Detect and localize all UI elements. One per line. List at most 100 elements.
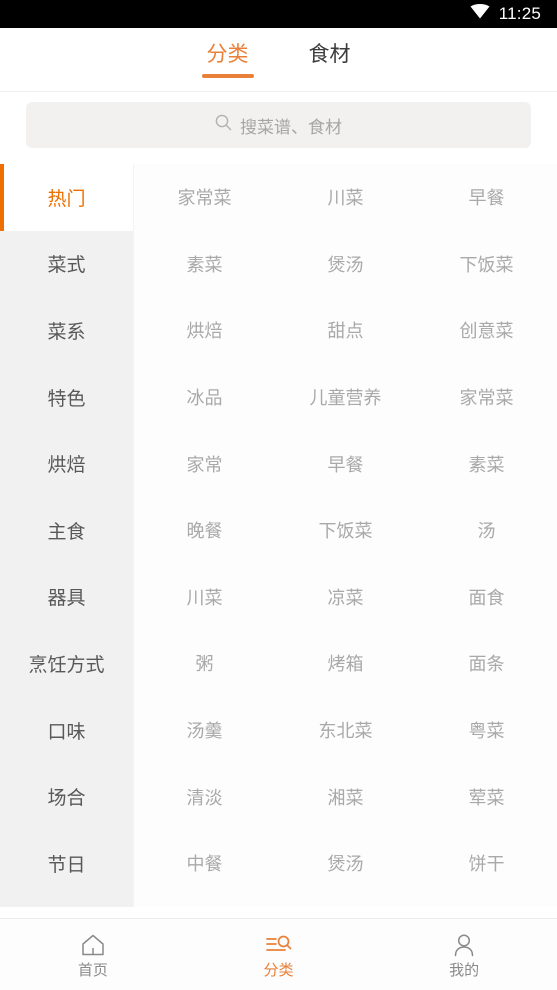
category-chip-label: 儿童营养 (309, 388, 382, 409)
sidebar-item[interactable]: 热门 (0, 164, 133, 231)
category-chip-label: 下饭菜 (318, 521, 373, 542)
top-tab-bar: 分类 食材 (0, 28, 557, 92)
category-chip-label: 早餐 (468, 188, 505, 209)
sidebar-item[interactable]: 菜系 (0, 297, 133, 364)
status-time: 11:25 (498, 4, 541, 23)
category-chip-label: 甜点 (327, 321, 364, 342)
category-chip[interactable]: 家常菜 (134, 164, 275, 231)
category-chip[interactable]: 冰品 (134, 364, 275, 431)
category-chip[interactable]: 凉菜 (275, 564, 416, 631)
sidebar-item-label: 特色 (47, 388, 86, 410)
category-chip-label: 湘菜 (327, 787, 364, 808)
category-chip-label: 面食 (468, 587, 505, 608)
bottom-nav-bar: 首页 分类 我的 (0, 918, 557, 990)
sidebar-item[interactable]: 烘焙 (0, 430, 133, 497)
category-chip-label: 创意菜 (459, 321, 514, 342)
nav-item-home-label: 首页 (77, 962, 108, 979)
category-chip-label: 家常菜 (177, 188, 232, 209)
sidebar-item[interactable]: 主食 (0, 496, 133, 564)
category-chip[interactable]: 素菜 (134, 231, 275, 298)
sidebar-item-label: 节日 (47, 854, 86, 876)
category-chip[interactable]: 家常 (134, 430, 275, 497)
category-chip[interactable]: 烘焙 (134, 297, 275, 364)
category-chip-label: 冰品 (186, 388, 223, 409)
category-chip[interactable]: 粤菜 (416, 697, 557, 764)
search-placeholder: 搜菜谱、食材 (240, 117, 342, 137)
category-chip[interactable]: 中餐 (134, 830, 275, 897)
tab-categories[interactable]: 分类 (203, 38, 253, 81)
category-chip[interactable]: 下饭菜 (416, 231, 557, 298)
sidebar-item[interactable]: 场合 (0, 763, 133, 830)
search-input[interactable]: 搜菜谱、食材 (26, 102, 531, 148)
sidebar-item-label: 菜式 (47, 255, 86, 277)
category-chip-label: 晚餐 (186, 521, 223, 542)
category-chip-label: 川菜 (186, 587, 223, 608)
category-chip[interactable]: 早餐 (275, 430, 416, 497)
category-chip[interactable]: 汤 (416, 497, 557, 564)
category-chip[interactable]: 儿童营养 (275, 364, 416, 431)
category-chip[interactable]: 川菜 (275, 164, 416, 231)
category-chip[interactable]: 家常菜 (416, 364, 557, 431)
tab-categories-label: 分类 (206, 43, 249, 66)
category-chip[interactable]: 面条 (416, 630, 557, 697)
category-chip[interactable]: 创意菜 (416, 297, 557, 364)
category-chip-label: 饼干 (468, 854, 505, 875)
sidebar-item-label: 口味 (47, 721, 86, 743)
status-bar: 11:25 (0, 0, 557, 28)
category-chip-label: 素菜 (186, 254, 223, 275)
category-chip-label: 中餐 (186, 854, 223, 875)
sidebar-item-label: 器具 (47, 588, 86, 610)
category-chip[interactable]: 东北菜 (275, 697, 416, 764)
tab-ingredients[interactable]: 食材 (305, 38, 355, 81)
sidebar-item[interactable]: 特色 (0, 363, 133, 431)
nav-item-profile[interactable]: 我的 (371, 931, 557, 978)
category-chip[interactable]: 粥 (134, 630, 275, 697)
sidebar-item-label: 菜系 (47, 321, 86, 343)
category-chip[interactable]: 饼干 (416, 830, 557, 897)
category-chip[interactable]: 清淡 (134, 763, 275, 830)
sidebar-item-label: 烘焙 (47, 455, 86, 477)
category-chip[interactable]: 晚餐 (134, 497, 275, 564)
sidebar-item-label: 主食 (47, 521, 86, 543)
search-icon (215, 114, 232, 136)
category-chip-label: 川菜 (327, 188, 364, 209)
category-chip[interactable]: 下饭菜 (275, 497, 416, 564)
category-sidebar[interactable]: 热门菜式菜系特色烘焙主食器具烹饪方式口味场合节日 (0, 164, 133, 907)
person-icon (451, 931, 477, 957)
category-chip[interactable]: 面食 (416, 564, 557, 631)
category-chip-label: 煲汤 (327, 254, 364, 275)
nav-item-category[interactable]: 分类 (186, 931, 372, 978)
category-grid: 家常菜 川菜 早餐 素菜 煲汤 下饭菜 烘焙 甜点 创意菜 冰品 儿童营养 家常菜 家常 早餐 素菜 晚餐 下饭… (134, 164, 557, 897)
sidebar-item[interactable]: 节日 (0, 829, 133, 897)
category-chip[interactable]: 煲汤 (275, 830, 416, 897)
category-chip[interactable]: 甜点 (275, 297, 416, 364)
category-chip-label: 凉菜 (327, 587, 364, 608)
category-chip-label: 家常菜 (459, 388, 514, 409)
category-chip[interactable]: 煲汤 (275, 231, 416, 298)
category-chip-label: 烘焙 (186, 321, 223, 342)
category-chip[interactable]: 素菜 (416, 430, 557, 497)
category-chip-label: 下饭菜 (459, 254, 514, 275)
nav-item-home[interactable]: 首页 (0, 931, 186, 978)
category-chip-label: 荤菜 (468, 787, 505, 808)
sidebar-item-label: 烹饪方式 (28, 654, 105, 676)
sidebar-item[interactable]: 器具 (0, 563, 133, 631)
category-chip[interactable]: 烤箱 (275, 630, 416, 697)
category-chip[interactable]: 川菜 (134, 564, 275, 631)
category-chip-label: 煲汤 (327, 854, 364, 875)
category-chip-label: 粥 (195, 654, 214, 675)
category-chip-label: 粤菜 (468, 721, 505, 742)
sidebar-item[interactable]: 菜式 (0, 230, 133, 298)
category-chip-label: 汤羹 (186, 721, 223, 742)
category-chip[interactable]: 湘菜 (275, 763, 416, 830)
category-chip-label: 早餐 (327, 454, 364, 475)
wifi-icon (470, 4, 490, 24)
nav-item-category-label: 分类 (263, 962, 294, 979)
sidebar-item[interactable]: 口味 (0, 696, 133, 764)
category-chip[interactable]: 荤菜 (416, 763, 557, 830)
sidebar-item[interactable]: 烹饪方式 (0, 630, 133, 697)
category-chip[interactable]: 早餐 (416, 164, 557, 231)
category-chip[interactable]: 汤羹 (134, 697, 275, 764)
search-section: 搜菜谱、食材 (0, 92, 557, 164)
sidebar-item-label: 场合 (47, 788, 86, 810)
